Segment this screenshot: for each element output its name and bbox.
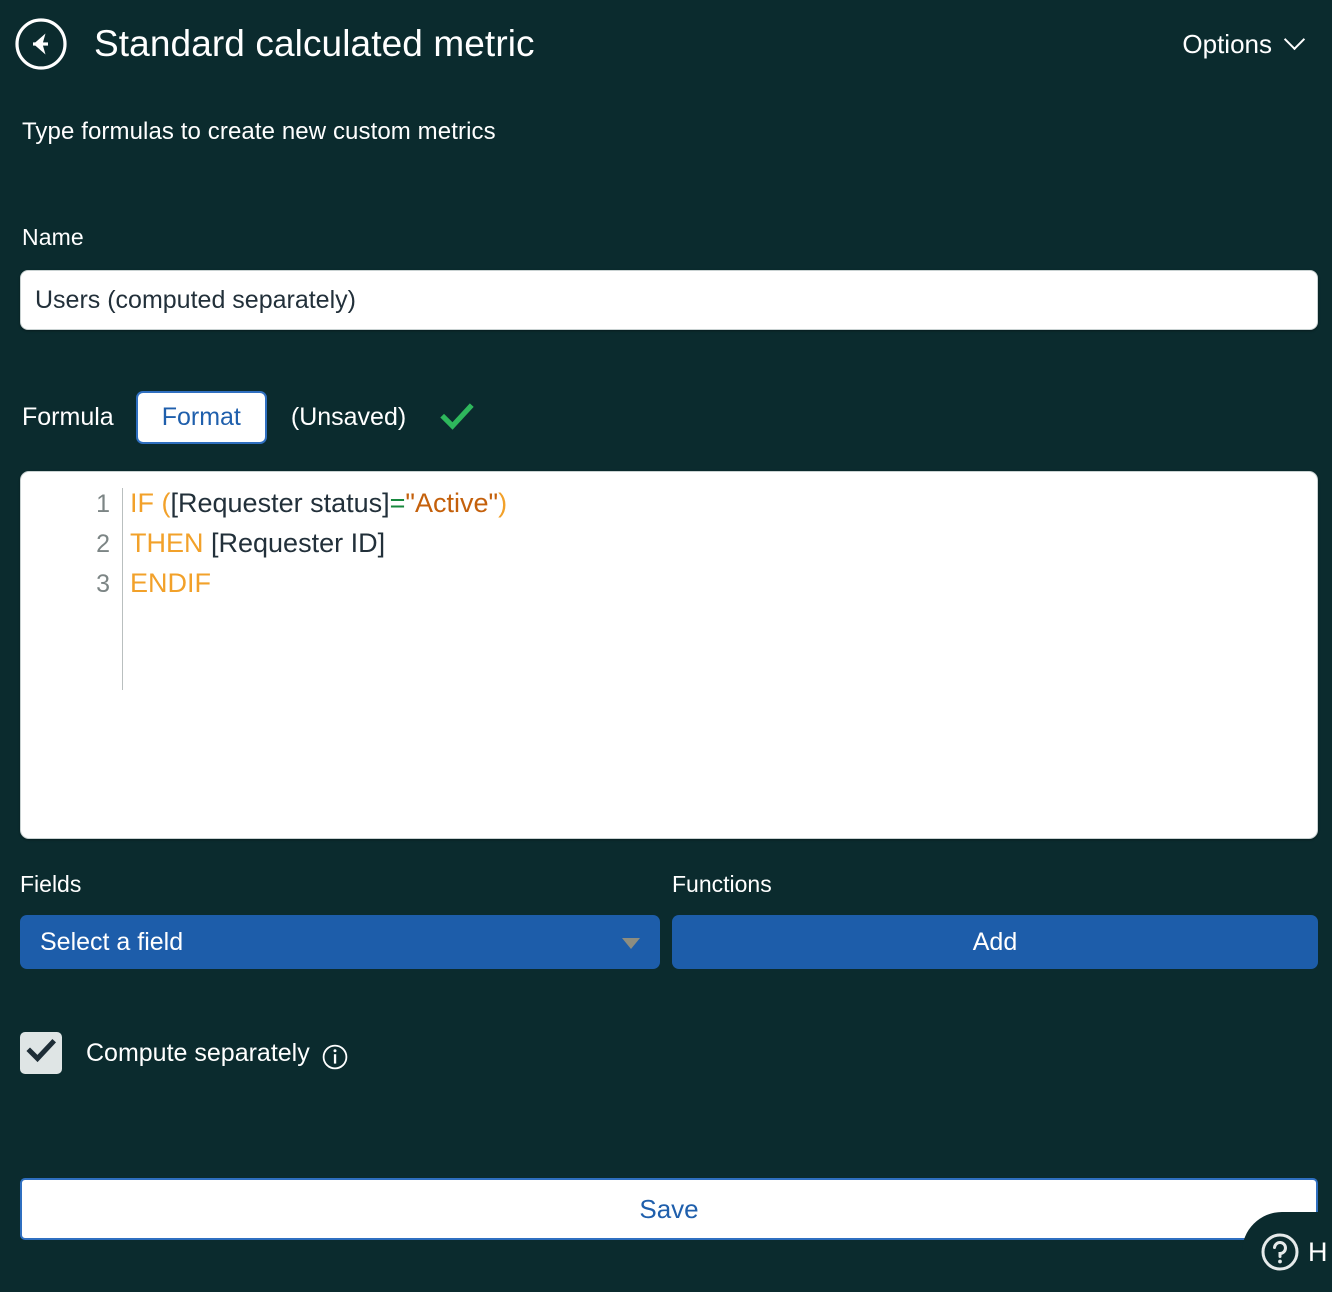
code-token-string: "Active" <box>405 488 499 518</box>
line-number: 2 <box>96 530 110 558</box>
options-label: Options <box>1182 28 1272 59</box>
code-line-text: IF ([Requester status]="Active") <box>116 488 507 519</box>
code-line-text: ENDIF <box>116 568 211 599</box>
code-line: 2 THEN [Requester ID] <box>21 528 1317 568</box>
fields-label: Fields <box>20 871 82 897</box>
code-token-keyword: ) <box>498 488 508 518</box>
help-widget-label: H <box>1308 1236 1328 1267</box>
save-button[interactable]: Save <box>20 1178 1318 1240</box>
check-mark-icon <box>440 400 474 434</box>
page-header: Standard calculated metric Options <box>0 0 1332 88</box>
question-circle-icon <box>1260 1232 1300 1272</box>
chevron-down-icon <box>1286 30 1306 50</box>
functions-column: Functions Add <box>672 871 1318 969</box>
code-token-keyword: THEN <box>130 528 204 558</box>
help-widget[interactable]: H <box>1242 1212 1332 1292</box>
arrow-left-circle-icon <box>14 17 68 71</box>
select-a-field-label: Select a field <box>40 927 184 956</box>
page-subtitle: Type formulas to create new custom metri… <box>22 118 496 145</box>
triangle-down-icon <box>622 938 640 949</box>
select-a-field-dropdown[interactable]: Select a field <box>20 915 660 969</box>
code-line: 1 IF ([Requester status]="Active") <box>21 488 1317 528</box>
compute-separately-row: Compute separately <box>20 1032 1332 1074</box>
line-number: 1 <box>96 490 110 518</box>
code-token-keyword: IF ( <box>130 488 171 518</box>
fields-column: Fields Select a field <box>20 871 660 969</box>
compute-separately-label: Compute separately <box>86 1038 310 1067</box>
info-circle-icon[interactable] <box>322 1044 348 1070</box>
fields-functions-row: Fields Select a field Functions Add <box>20 871 1318 969</box>
add-function-button[interactable]: Add <box>672 915 1318 969</box>
check-mark-icon <box>26 1036 57 1071</box>
tab-formula[interactable]: Formula <box>22 403 114 432</box>
editor-code-lines: 1 IF ([Requester status]="Active") 2 THEN [… <box>21 488 1317 608</box>
formula-tabs-row: Formula Format (Unsaved) <box>22 388 1332 446</box>
name-label: Name <box>22 224 84 250</box>
line-number: 3 <box>96 570 110 598</box>
unsaved-status-label: (Unsaved) <box>290 402 407 431</box>
code-line-text: THEN [Requester ID] <box>116 528 385 559</box>
metric-name-input[interactable] <box>20 270 1318 330</box>
code-token-field: [Requester status] <box>170 488 390 518</box>
code-token-keyword: ENDIF <box>130 568 211 598</box>
options-menu-button[interactable]: Options <box>1182 29 1314 60</box>
formula-code-editor[interactable]: 1 IF ([Requester status]="Active") 2 THEN [… <box>20 471 1318 839</box>
code-token-field: [Requester ID] <box>203 528 386 558</box>
functions-label: Functions <box>672 871 772 897</box>
back-button[interactable] <box>14 17 68 71</box>
editor-gutter-divider <box>122 488 123 690</box>
code-token-operator: = <box>389 488 406 518</box>
compute-separately-checkbox[interactable] <box>20 1032 62 1074</box>
page-title: Standard calculated metric <box>94 23 535 64</box>
code-line: 3 ENDIF <box>21 568 1317 608</box>
tab-format[interactable]: Format <box>135 390 267 444</box>
